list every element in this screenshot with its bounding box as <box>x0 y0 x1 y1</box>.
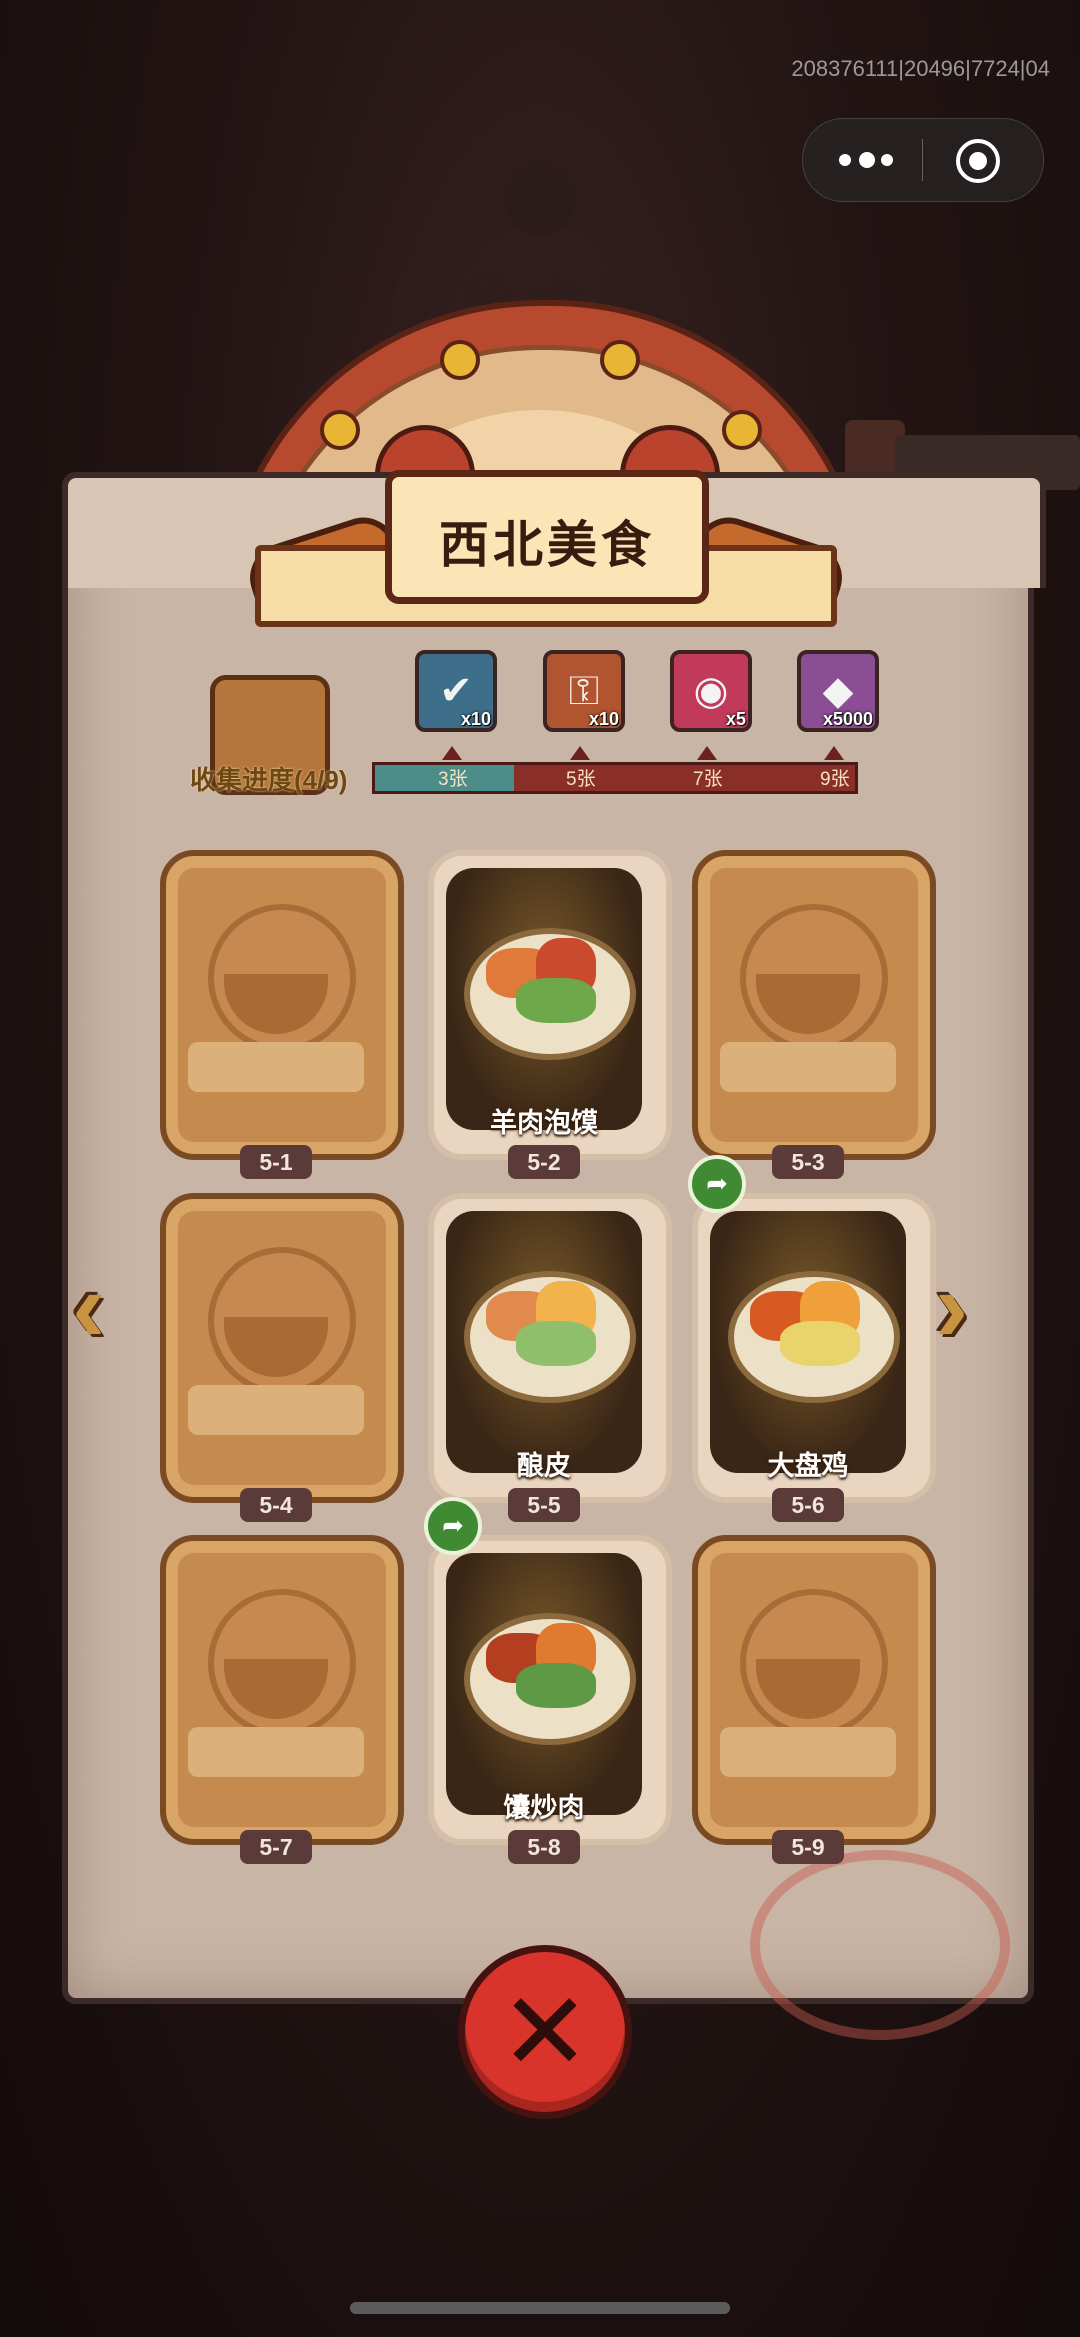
milestone-marker <box>570 746 590 760</box>
reward-1[interactable]: ✔ x10 <box>415 650 497 732</box>
locked-card-banner <box>720 1042 896 1092</box>
card-5-8[interactable]: 馕炒肉 <box>428 1535 672 1845</box>
card-5-5[interactable]: 酿皮 <box>428 1193 672 1503</box>
previous-page-arrow-icon[interactable]: ‹ <box>72 1250 105 1365</box>
bead-icon <box>440 340 480 380</box>
next-page-arrow-icon[interactable]: › <box>935 1250 968 1365</box>
bead-icon <box>320 410 360 450</box>
dot-icon <box>839 154 851 166</box>
locked-card-banner <box>188 1385 364 1435</box>
reward-quantity: x5 <box>725 709 746 729</box>
more-options-button[interactable] <box>839 151 893 169</box>
card-number-tag: 5-7 <box>240 1830 312 1864</box>
card-5-9[interactable] <box>692 1535 936 1845</box>
dish-name: 羊肉泡馍 <box>490 1108 598 1138</box>
dish-image <box>710 1211 906 1473</box>
close-icon: ✕ <box>499 1971 591 2092</box>
food-piece-icon <box>780 1321 860 1366</box>
card-5-4[interactable] <box>160 1193 404 1503</box>
card-5-6[interactable]: 大盘鸡 <box>692 1193 936 1503</box>
food-piece-icon <box>516 1663 596 1708</box>
collection-progress-label: 收集进度(4/9) <box>190 765 348 795</box>
food-piece-icon <box>516 978 596 1023</box>
card-number-tag: 5-2 <box>508 1145 580 1179</box>
milestone-label: 7张 <box>693 769 723 790</box>
close-miniprogram-button[interactable] <box>956 139 1000 183</box>
card-5-3[interactable] <box>692 850 936 1160</box>
dot-icon <box>881 154 893 166</box>
locked-card-banner <box>720 1727 896 1777</box>
dot-icon <box>859 152 875 168</box>
milestone-label: 5张 <box>566 769 596 790</box>
milestone-label: 3张 <box>438 769 468 790</box>
dish-image <box>446 868 642 1130</box>
capsule-divider <box>922 139 923 181</box>
card-number-tag: 5-4 <box>240 1488 312 1522</box>
seal-stamp-icon <box>750 1850 1010 2040</box>
card-number-tag: 5-6 <box>772 1488 844 1522</box>
card-5-1[interactable] <box>160 850 404 1160</box>
background-chest-icon <box>505 165 575 235</box>
mini-program-capsule <box>802 118 1044 202</box>
dish-name: 酿皮 <box>517 1451 571 1481</box>
card-5-2[interactable]: 羊肉泡馍 <box>428 850 672 1160</box>
bead-icon <box>600 340 640 380</box>
dish-image <box>446 1553 642 1815</box>
locked-card-banner <box>188 1042 364 1092</box>
milestone-label: 9张 <box>820 769 850 790</box>
reward-3[interactable]: ◉ x5 <box>670 650 752 732</box>
card-5-7[interactable] <box>160 1535 404 1845</box>
card-number-tag: 5-9 <box>772 1830 844 1864</box>
card-number-tag: 5-5 <box>508 1488 580 1522</box>
milestone-marker <box>442 746 462 760</box>
reward-quantity: x10 <box>460 709 491 729</box>
card-number-tag: 5-1 <box>240 1145 312 1179</box>
dish-image <box>446 1211 642 1473</box>
reward-2[interactable]: ⚿ x10 <box>543 650 625 732</box>
dish-name: 大盘鸡 <box>767 1451 849 1481</box>
share-icon[interactable]: ➦ <box>424 1497 482 1555</box>
card-number-tag: 5-3 <box>772 1145 844 1179</box>
album-title: 西北美食 <box>439 517 655 573</box>
reward-quantity: x5000 <box>822 709 873 729</box>
home-indicator <box>350 2302 730 2314</box>
milestone-marker <box>824 746 844 760</box>
milestone-marker <box>697 746 717 760</box>
reward-quantity: x10 <box>588 709 619 729</box>
build-id: 208376111|20496|7724|04 <box>791 56 1050 81</box>
close-button[interactable]: ✕ <box>458 1945 632 2119</box>
bead-icon <box>722 410 762 450</box>
reward-4[interactable]: ◆ x5000 <box>797 650 879 732</box>
locked-card-banner <box>188 1727 364 1777</box>
card-number-tag: 5-8 <box>508 1830 580 1864</box>
food-piece-icon <box>516 1321 596 1366</box>
share-icon[interactable]: ➦ <box>688 1155 746 1213</box>
dish-name: 馕炒肉 <box>503 1793 585 1823</box>
